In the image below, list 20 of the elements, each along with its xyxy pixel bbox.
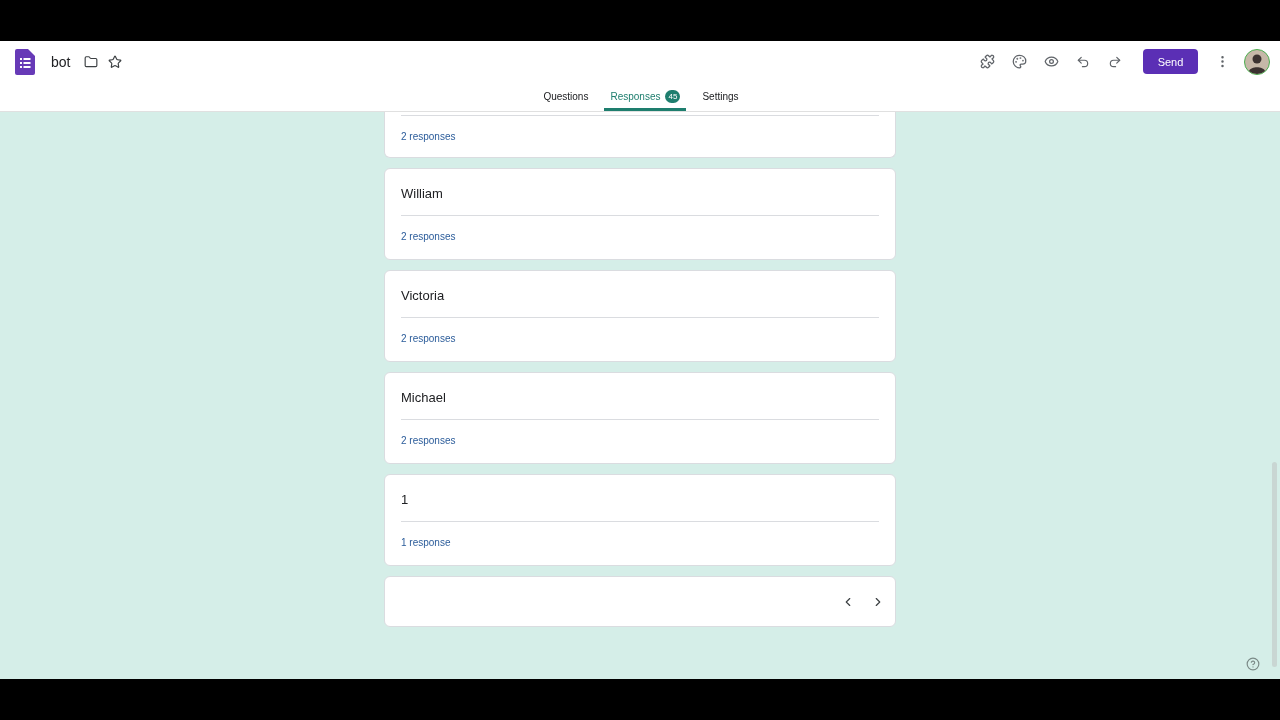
document-title[interactable]: bot — [51, 53, 71, 70]
avatar-icon[interactable] — [1244, 48, 1270, 75]
send-button[interactable]: Send — [1143, 49, 1198, 74]
star-icon[interactable] — [108, 54, 123, 69]
question-title: Michael — [401, 389, 447, 407]
help-icon[interactable] — [1246, 657, 1260, 671]
responses-link[interactable]: 2 responses — [401, 333, 456, 344]
question-title: 1 — [401, 491, 410, 509]
responses-link[interactable]: 1 response — [401, 537, 451, 548]
responses-link[interactable]: 2 responses — [401, 131, 456, 142]
count-badge: 45 — [665, 90, 681, 103]
question-title: Victoria — [401, 287, 446, 305]
forms-logo-icon[interactable] — [15, 48, 35, 75]
tab[interactable]: Questions — [537, 82, 595, 111]
scrollbar[interactable] — [1272, 462, 1277, 667]
responses-link[interactable]: 2 responses — [401, 435, 456, 446]
responses-link[interactable]: 2 responses — [401, 231, 456, 242]
question-title: William — [401, 185, 444, 203]
folder-icon[interactable] — [84, 54, 99, 69]
tab[interactable]: Settings — [696, 82, 745, 111]
